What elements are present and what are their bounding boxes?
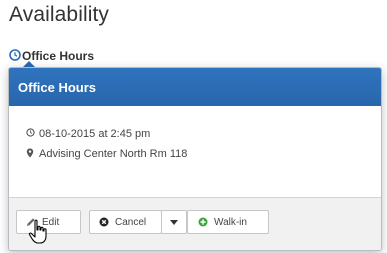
cancel-circle-icon <box>99 217 109 227</box>
walk-in-button[interactable]: Walk-in <box>187 210 269 234</box>
caret-down-icon <box>170 219 178 225</box>
clock-icon <box>9 49 21 61</box>
plus-circle-icon <box>198 217 208 227</box>
popover-body: 08-10-2015 at 2:45 pm Advising Center No… <box>9 106 381 161</box>
popover-footer: Edit Cancel Walk-in <box>9 197 381 250</box>
cancel-label: Cancel <box>115 216 147 228</box>
cancel-button[interactable]: Cancel <box>89 210 162 234</box>
appointment-location: Advising Center North Rm 118 <box>26 146 381 161</box>
office-hours-popover: Office Hours 08-10-2015 at 2:45 pm Advis… <box>8 67 382 251</box>
datetime-text: 08-10-2015 at 2:45 pm <box>39 127 151 140</box>
appointment-datetime: 08-10-2015 at 2:45 pm <box>26 126 381 141</box>
availability-panel: Availability Office Hours Office Hours 0… <box>0 0 387 253</box>
popover-title: Office Hours <box>18 79 97 95</box>
page-title: Availability <box>9 3 110 26</box>
walk-in-label: Walk-in <box>214 216 247 228</box>
map-marker-icon <box>26 148 34 158</box>
hand-pointer-icon <box>28 219 47 244</box>
location-text: Advising Center North Rm 118 <box>39 147 188 160</box>
cancel-options-dropdown[interactable] <box>161 210 187 234</box>
clock-icon <box>26 128 35 137</box>
popover-header: Office Hours <box>9 68 381 106</box>
